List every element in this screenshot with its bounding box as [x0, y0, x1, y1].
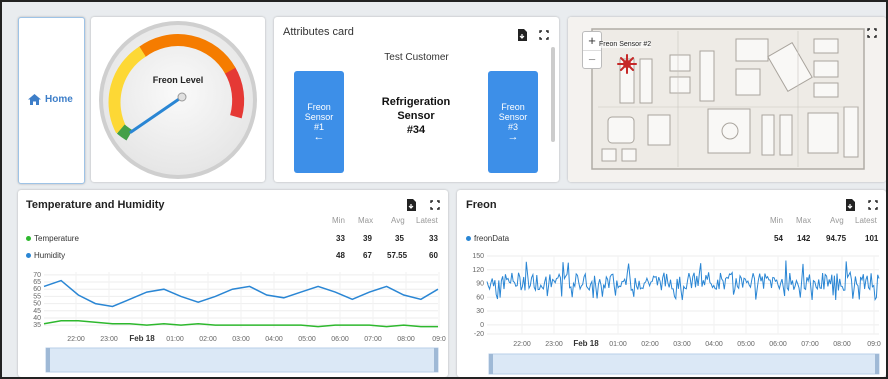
gauge-hub — [177, 92, 187, 102]
attributes-scrollbar[interactable] — [551, 47, 555, 142]
x-tick-label: 07:00 — [801, 341, 819, 348]
gauge-title: Freon Level — [153, 75, 204, 85]
range-handle-left[interactable] — [46, 348, 50, 372]
fullscreen-icon[interactable] — [866, 198, 880, 212]
x-tick-label: 08:00 — [397, 336, 415, 343]
fullscreen-icon[interactable] — [537, 28, 551, 42]
home-link[interactable]: Home — [28, 94, 73, 105]
y-tick-label: 50 — [33, 301, 41, 308]
x-tick-label: 03:00 — [232, 336, 250, 343]
sensor-marker-icon[interactable] — [616, 53, 638, 75]
y-tick-label: 30 — [476, 308, 484, 315]
range-handle-right[interactable] — [875, 354, 879, 374]
y-tick-label: 65 — [33, 279, 41, 286]
x-tick-label: 03:00 — [673, 341, 691, 348]
legend-row-freondata[interactable]: freonData 54 142 94.75 101 — [457, 234, 886, 244]
freon-card: Freon Min Max Avg Latest freonData 54 14… — [457, 190, 886, 377]
y-tick-label: 45 — [33, 308, 41, 315]
freon-level-gauge: Freon Level — [99, 21, 257, 179]
freon-chart[interactable]: 150 120 90 60 30 0 -20 22:00 23:00 Feb 18 01:00 02:… — [457, 250, 886, 375]
dashboard: Home Freon Level Attributes card Test Cu… — [0, 0, 888, 379]
home-label: Home — [45, 94, 73, 105]
x-tick-label: 06:00 — [769, 341, 787, 348]
freon-title: Freon — [466, 199, 497, 211]
temperature-humidity-chart[interactable]: 7065605550454035 22:00 23:00 Feb 18 01:00 02:… — [18, 268, 448, 376]
legend-row-temperature[interactable]: Temperature 33 39 35 33 — [18, 234, 448, 244]
prev-sensor-button[interactable]: Freon Sensor #1 ← — [294, 71, 344, 173]
x-tick-label: 02:00 — [199, 336, 217, 343]
legend-row-humidity[interactable]: Humidity 48 67 57.55 60 — [18, 251, 448, 261]
y-tick-label: 120 — [472, 267, 484, 274]
home-icon — [28, 94, 41, 105]
x-tick-label: 05:00 — [737, 341, 755, 348]
next-sensor-button[interactable]: Freon Sensor #3 → — [488, 71, 538, 173]
temperature-humidity-card: Temperature and Humidity Min Max Avg Lat… — [18, 190, 448, 377]
y-tick-label: 60 — [33, 286, 41, 293]
y-tick-label: 55 — [33, 293, 41, 300]
x-tick-label: 22:00 — [67, 336, 85, 343]
export-icon[interactable] — [843, 198, 857, 212]
home-card[interactable]: Home — [18, 17, 85, 184]
range-handle-right[interactable] — [434, 348, 438, 372]
temperature-humidity-title: Temperature and Humidity — [26, 199, 165, 211]
x-tick-label: 01:00 — [166, 336, 184, 343]
x-tick-label: 22:00 — [513, 341, 531, 348]
y-tick-label: -20 — [474, 331, 484, 338]
x-tick-label: 02:00 — [641, 341, 659, 348]
x-tick-label: 09:0 — [432, 336, 446, 343]
x-tick-label: 01:00 — [609, 341, 627, 348]
x-tick-label: 04:00 — [265, 336, 283, 343]
x-tick-label: Feb 18 — [129, 334, 155, 343]
export-icon[interactable] — [515, 28, 529, 42]
y-tick-label: 70 — [33, 272, 41, 279]
x-tick-label: 04:00 — [705, 341, 723, 348]
gauge-green-zone — [116, 124, 133, 141]
x-tick-label: 08:00 — [833, 341, 851, 348]
sensor-name: Refrigeration Sensor #34 — [381, 96, 451, 136]
attributes-card-title: Attributes card — [283, 26, 354, 38]
arrow-right-icon: → — [507, 131, 519, 143]
x-tick-label: 09:0 — [867, 341, 881, 348]
customer-name: Test Customer — [384, 52, 449, 63]
x-tick-label: 05:00 — [298, 336, 316, 343]
stats-header: Min Max Avg Latest — [332, 216, 438, 225]
y-tick-label: 150 — [472, 253, 484, 260]
series-line-freondata — [486, 260, 880, 301]
x-tick-label: 07:00 — [364, 336, 382, 343]
y-tick-label: 60 — [476, 294, 484, 301]
range-handle-left[interactable] — [489, 354, 493, 374]
x-tick-label: 23:00 — [545, 341, 563, 348]
map-fullscreen-icon[interactable] — [865, 26, 879, 40]
y-tick-label: 40 — [33, 315, 41, 322]
x-tick-label: Feb 18 — [573, 339, 599, 348]
y-tick-label: 0 — [480, 322, 484, 329]
export-icon[interactable] — [404, 198, 418, 212]
y-tick-label: 90 — [476, 281, 484, 288]
freon-level-gauge-card: Freon Level — [91, 17, 265, 182]
range-navigator[interactable] — [488, 353, 880, 375]
map-zoom-controls: + − — [582, 31, 602, 69]
floor-plan-map-card[interactable]: + − Freon Sensor #2 — [568, 17, 886, 182]
x-tick-label: 23:00 — [100, 336, 118, 343]
x-tick-label: 06:00 — [331, 336, 349, 343]
stats-header: Min Max Avg Latest — [770, 216, 877, 225]
attributes-card: Attributes card Test Customer Freon Sens… — [274, 17, 559, 182]
arrow-left-icon: ← — [313, 131, 325, 143]
range-navigator[interactable] — [45, 347, 439, 373]
map-marker-label: Freon Sensor #2 — [599, 41, 652, 48]
y-tick-label: 35 — [33, 322, 41, 329]
fullscreen-icon[interactable] — [428, 198, 442, 212]
zoom-out-button[interactable]: − — [583, 51, 601, 68]
